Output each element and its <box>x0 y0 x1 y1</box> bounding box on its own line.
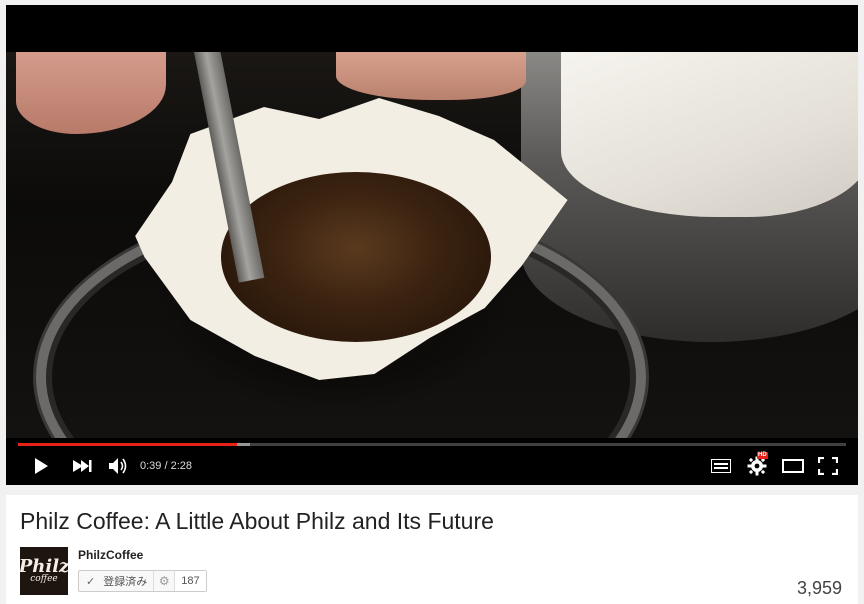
next-icon <box>73 460 92 472</box>
gear-icon: ⚙ <box>158 574 170 588</box>
channel-name-link[interactable]: PhilzCoffee <box>78 548 143 562</box>
play-icon <box>35 458 48 474</box>
theater-mode-button[interactable] <box>781 455 805 477</box>
subscribed-label: 登録済み <box>103 576 148 588</box>
video-scene-hand <box>336 52 526 100</box>
fullscreen-button[interactable] <box>816 455 840 477</box>
subscriber-count: 187 <box>175 571 206 591</box>
player-controls: 0:39 / 2:28 HD <box>6 441 858 485</box>
video-scene-cloth <box>561 52 858 217</box>
fullscreen-icon <box>818 457 838 475</box>
volume-icon <box>109 458 127 474</box>
view-count: 3,959 <box>796 578 842 598</box>
settings-button[interactable]: HD <box>746 452 768 477</box>
captions-icon <box>711 459 731 473</box>
theater-mode-icon <box>782 459 804 473</box>
channel-avatar[interactable]: Philz coffee <box>20 547 68 595</box>
gear-icon <box>747 456 767 476</box>
time-display: 0:39 / 2:28 <box>140 460 192 472</box>
subscribe-group: ✓ 登録済み ⚙ 187 <box>78 570 207 592</box>
hd-badge: HD <box>757 452 768 459</box>
subscription-settings-button[interactable]: ⚙ <box>154 571 176 591</box>
subscribed-button[interactable]: ✓ 登録済み <box>79 571 155 591</box>
video-scene-grounds <box>221 172 491 342</box>
next-button[interactable] <box>70 455 94 477</box>
video-scene-hand <box>16 52 166 134</box>
video-frame[interactable] <box>6 52 858 438</box>
captions-button[interactable] <box>710 455 732 477</box>
progress-bar[interactable] <box>18 443 846 446</box>
avatar-logo-text: Philz <box>20 555 68 577</box>
video-info-panel: Philz Coffee: A Little About Philz and I… <box>6 495 858 604</box>
video-title: Philz Coffee: A Little About Philz and I… <box>20 508 494 534</box>
progress-played <box>18 443 238 446</box>
volume-button[interactable] <box>106 455 130 477</box>
avatar-logo-subtext: coffee <box>30 573 58 584</box>
checkmark-icon: ✓ <box>86 575 96 588</box>
play-button[interactable] <box>30 455 52 477</box>
video-player[interactable]: 0:39 / 2:28 HD <box>6 5 858 485</box>
